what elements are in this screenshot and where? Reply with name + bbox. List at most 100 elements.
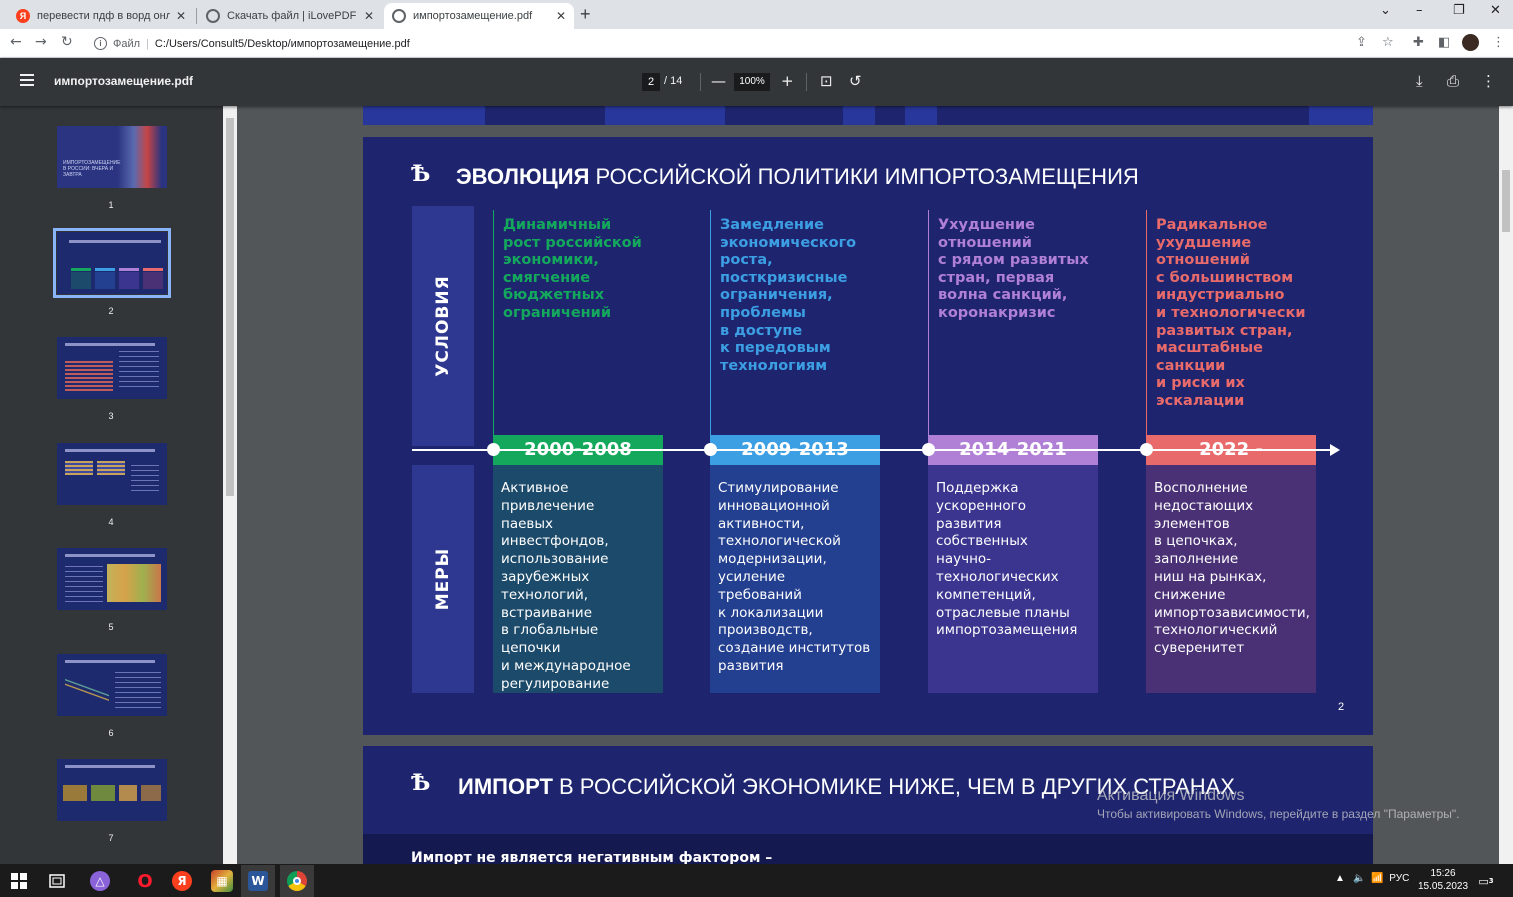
slide-title-rest: РОССИЙСКОЙ ПОЛИТИКИ ИМПОРТОЗАМЕЩЕНИЯ (589, 164, 1139, 189)
browser-tab-search[interactable]: Я перевести пдф в ворд онлайн ✕ (8, 3, 194, 29)
window-close-icon[interactable]: ✕ (1490, 3, 1501, 18)
chrome-icon (287, 871, 307, 891)
chrome-taskbar-button[interactable] (280, 865, 314, 897)
minimize-icon[interactable]: – (1416, 3, 1423, 18)
timeline-line (412, 449, 1332, 451)
clock-date: 15.05.2023 (1418, 881, 1469, 892)
chrome-icon-center (293, 877, 301, 885)
conditions-label-box: УСЛОВИЯ (412, 206, 474, 446)
thumbnail-page-7[interactable] (57, 759, 167, 821)
thumbnail-cover-art (57, 126, 167, 188)
info-icon[interactable]: i (94, 37, 107, 50)
thumbnail-page-5[interactable] (57, 548, 167, 610)
thumbnail-cover-text: ИМПОРТОЗАМЕЩЕНИЕ В РОССИИ: ВЧЕРА И ЗАВТР… (63, 160, 121, 178)
tab-label: импортозамещение.pdf (413, 10, 533, 22)
pdf-toolbar: импортозамещение.pdf 2 / 14 — 100% + ⊡ ↺… (0, 58, 1513, 106)
timeline-arrow-icon (1330, 444, 1340, 456)
sidebar-scrollbar[interactable] (223, 106, 237, 864)
pdf-more-icon[interactable]: ⋮ (1481, 71, 1496, 91)
restore-icon[interactable]: ❐ (1453, 3, 1465, 18)
zoom-out-icon[interactable]: — (711, 71, 726, 91)
word-taskbar-button[interactable]: W (241, 865, 275, 897)
notifications-icon[interactable]: ▭ 3 (1475, 870, 1497, 892)
windows-start-icon[interactable] (8, 870, 30, 892)
page-1-bottom (363, 106, 1373, 125)
yandex-favicon-icon: Я (16, 9, 30, 23)
decor-strip (605, 106, 725, 125)
condition-text-0: Динамичный рост российской экономики, см… (503, 217, 642, 321)
hamburger-menu-icon[interactable] (20, 74, 34, 89)
share-icon[interactable]: ⇪ (1356, 35, 1367, 50)
tab-close-icon[interactable]: ✕ (364, 9, 374, 23)
decor-strip (363, 106, 485, 125)
thumbnail-number: 7 (108, 833, 114, 843)
extensions-icon[interactable]: ✚ (1413, 35, 1424, 50)
measure-text-0: Активное привлечение паевых инвестфондов… (493, 465, 663, 693)
thumbnail-number: 4 (108, 517, 114, 527)
alice-assistant-icon[interactable]: △ (90, 871, 110, 891)
thumbnail-sidebar: ИМПОРТОЗАМЕЩЕНИЕ В РОССИИ: ВЧЕРА И ЗАВТР… (0, 106, 237, 864)
fit-to-page-icon[interactable]: ⊡ (820, 71, 833, 91)
page-number-input[interactable]: 2 (642, 73, 660, 91)
thumbnail-number: 1 (108, 200, 114, 210)
bookmark-star-icon[interactable]: ☆ (1382, 35, 1394, 50)
side-panel-icon[interactable]: ◧ (1438, 35, 1450, 50)
tab-close-icon[interactable]: ✕ (556, 9, 566, 23)
zoom-input[interactable]: 100% (734, 73, 770, 91)
thumbnail-page-3[interactable] (57, 337, 167, 399)
thumb-text (115, 670, 161, 708)
thumbnail-page-6[interactable] (57, 654, 167, 716)
zoom-in-icon[interactable]: + (781, 71, 794, 91)
forward-arrow-icon[interactable]: → (35, 34, 47, 50)
browser-tab-strip: Я перевести пдф в ворд онлайн ✕ Скачать … (0, 0, 1513, 29)
download-icon[interactable]: ⤓ (1416, 71, 1423, 91)
url-separator: | (146, 37, 149, 50)
measures-label: МЕРЫ (433, 547, 453, 611)
pdf-viewer: Ѣ ЭВОЛЮЦИЯ РОССИЙСКОЙ ПОЛИТИКИ ИМПОРТОЗА… (237, 106, 1499, 864)
condition-divider-line (493, 210, 494, 450)
system-tray: ▲ 🔈 📶 РУС (1335, 873, 1409, 884)
slide-title-bold: ЭВОЛЮЦИЯ (456, 164, 590, 189)
thumbnail-page-2[interactable] (53, 228, 171, 298)
yandex-browser-icon[interactable]: Я (172, 871, 192, 891)
input-language[interactable]: РУС (1389, 873, 1409, 884)
thumbnail-number: 3 (108, 411, 114, 421)
thumb-line-chart (65, 676, 109, 706)
print-icon[interactable]: ⎙ (1447, 71, 1459, 91)
new-tab-icon[interactable]: + (580, 4, 591, 25)
windows-taskbar: △ O Я ▦ W ▲ 🔈 📶 РУС 15:26 15.05.2023 ▭ 3 (0, 864, 1513, 897)
back-arrow-icon[interactable]: ← (10, 34, 22, 50)
tab-label: перевести пдф в ворд онлайн (37, 10, 170, 22)
thumb-block (119, 272, 139, 289)
thumbnail-number: 2 (108, 306, 114, 316)
opera-browser-icon[interactable]: O (134, 870, 156, 892)
profile-avatar[interactable] (1462, 34, 1479, 51)
winrar-icon[interactable]: ▦ (211, 870, 233, 892)
thumbnail-page-4[interactable] (57, 443, 167, 505)
browser-tab-pdf[interactable]: импортозамещение.pdf ✕ (384, 3, 574, 29)
tray-overflow-icon[interactable]: ▲ (1335, 873, 1345, 884)
taskbar-clock[interactable]: 15:26 15.05.2023 (1418, 867, 1468, 893)
network-icon[interactable]: 📶 (1371, 873, 1383, 884)
reload-icon[interactable]: ↻ (61, 34, 73, 50)
thumb-text (131, 461, 159, 491)
thumb-text (119, 351, 159, 387)
volume-icon[interactable]: 🔈 (1353, 873, 1365, 884)
sidebar-scroll-thumb[interactable] (226, 118, 234, 496)
address-bar[interactable]: i Файл | C:/Users/Consult5/Desktop/импор… (86, 32, 1406, 55)
tab-close-icon[interactable]: ✕ (176, 9, 186, 23)
thumbnail-page-1[interactable]: ИМПОРТОЗАМЕЩЕНИЕ В РОССИИ: ВЧЕРА И ЗАВТР… (57, 126, 167, 188)
thumb-block (143, 272, 163, 289)
viewer-scrollbar[interactable] (1499, 106, 1513, 864)
thumb-title-line (65, 449, 155, 452)
browser-tab-ilovepdf[interactable]: Скачать файл | iLovePDF ✕ (198, 3, 382, 29)
tab-search-chevron-icon[interactable]: ⌄ (1380, 3, 1391, 18)
decor-strip (843, 106, 875, 125)
hse-logo: Ѣ (411, 161, 431, 187)
rotate-icon[interactable]: ↺ (849, 71, 862, 91)
activation-watermark-text: Чтобы активировать Windows, перейдите в … (1097, 807, 1460, 821)
viewer-scroll-thumb[interactable] (1502, 170, 1510, 232)
browser-menu-icon[interactable]: ⋮ (1492, 35, 1505, 50)
task-view-icon[interactable] (46, 870, 68, 892)
slide-title: ЭВОЛЮЦИЯ РОССИЙСКОЙ ПОЛИТИКИ ИМПОРТОЗАМЕ… (456, 164, 1139, 190)
